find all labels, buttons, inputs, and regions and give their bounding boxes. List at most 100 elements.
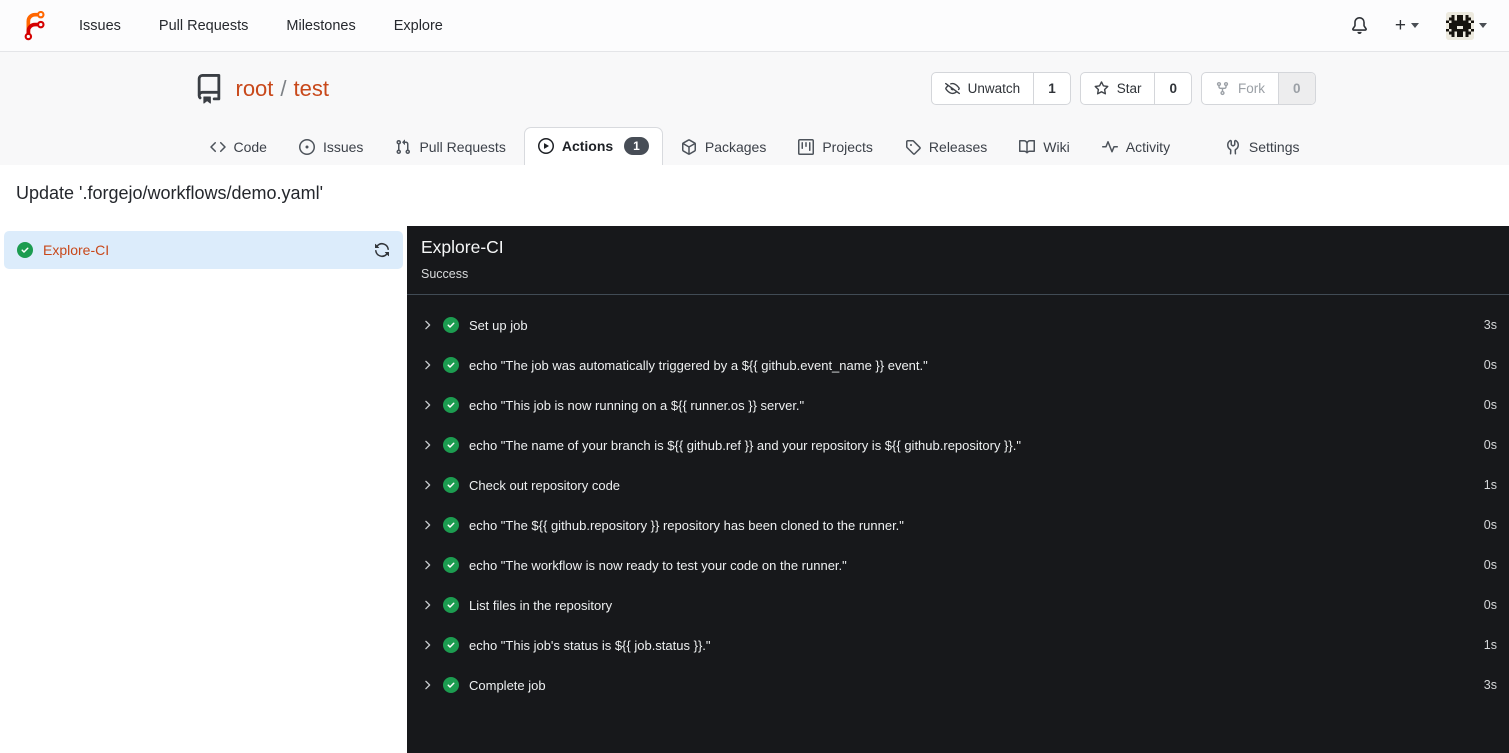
step-duration: 0s [1483, 558, 1497, 572]
check-circle-icon [17, 242, 33, 258]
tab-label: Issues [322, 139, 364, 155]
chevron-right-icon[interactable] [420, 518, 434, 532]
job-item-explore-ci[interactable]: Explore-CI [4, 231, 403, 269]
project-icon [798, 139, 815, 155]
tab-settings[interactable]: Settings [1211, 129, 1314, 165]
repo-path-separator: / [280, 75, 287, 101]
create-new-menu[interactable]: + [1395, 16, 1419, 35]
step-row[interactable]: Complete job 3s [420, 665, 1497, 705]
step-row[interactable]: echo "The workflow is now ready to test … [420, 545, 1497, 585]
nav-milestones[interactable]: Milestones [267, 18, 374, 34]
eye-closed-icon [944, 81, 960, 96]
step-row[interactable]: echo "The ${{ github.repository }} repos… [420, 505, 1497, 545]
tab-label: Code [233, 139, 267, 155]
chevron-right-icon[interactable] [420, 638, 434, 652]
step-name: echo "The workflow is now ready to test … [469, 557, 847, 573]
tab-issues[interactable]: Issues [285, 129, 377, 165]
stars-count[interactable]: 0 [1154, 73, 1191, 104]
chevron-right-icon[interactable] [420, 678, 434, 692]
nav-issues[interactable]: Issues [60, 18, 140, 34]
chevron-down-icon [1411, 23, 1419, 28]
step-row[interactable]: Set up job 3s [420, 305, 1497, 345]
step-name: echo "The name of your branch is ${{ git… [469, 437, 1021, 453]
tab-pull-requests[interactable]: Pull Requests [381, 129, 519, 165]
tab-code[interactable]: Code [196, 129, 281, 165]
tab-label: Actions [561, 138, 614, 154]
git-pull-request-icon [396, 139, 411, 155]
nav-explore[interactable]: Explore [375, 18, 462, 34]
user-menu[interactable] [1446, 11, 1487, 40]
nav-pull-requests[interactable]: Pull Requests [140, 18, 267, 34]
tab-activity[interactable]: Activity [1088, 129, 1184, 165]
run-status: Success [421, 267, 469, 281]
star-icon [1094, 81, 1109, 96]
tag-icon [905, 140, 921, 155]
step-name: echo "This job's status is ${{ job.statu… [469, 637, 711, 653]
repo-owner-link[interactable]: root [236, 76, 274, 102]
notifications-bell-icon[interactable] [1351, 17, 1368, 34]
step-name: Complete job [469, 677, 546, 693]
tab-label: Pull Requests [419, 139, 506, 155]
code-icon [209, 141, 226, 153]
check-circle-icon [443, 437, 459, 453]
tab-packages[interactable]: Packages [667, 129, 780, 165]
repo-icon [194, 73, 224, 104]
check-circle-icon [443, 557, 459, 573]
step-row[interactable]: echo "This job's status is ${{ job.statu… [420, 625, 1497, 665]
chevron-right-icon[interactable] [420, 398, 434, 412]
repo-name-link[interactable]: test [294, 76, 329, 102]
step-duration: 0s [1483, 398, 1497, 412]
plus-icon: + [1394, 15, 1406, 36]
step-row[interactable]: echo "The name of your branch is ${{ git… [420, 425, 1497, 465]
job-name: Explore-CI [43, 242, 110, 258]
chevron-right-icon[interactable] [420, 558, 434, 572]
step-duration: 3s [1483, 678, 1497, 692]
star-button[interactable]: Star 0 [1079, 72, 1192, 105]
unwatch-button[interactable]: Unwatch 1 [930, 72, 1071, 105]
unwatch-label: Unwatch [967, 81, 1021, 96]
chevron-down-icon [1479, 23, 1487, 28]
step-duration: 0s [1483, 518, 1497, 532]
book-icon [1019, 139, 1036, 154]
step-duration: 0s [1483, 598, 1497, 612]
chevron-right-icon[interactable] [420, 598, 434, 612]
check-circle-icon [443, 397, 459, 413]
repo-header: root / test Unwatch 1 Star 0 Fork 0 Code… [0, 52, 1509, 165]
forks-count: 0 [1277, 73, 1315, 104]
check-circle-icon [443, 677, 459, 693]
run-view: Explore-CI Explore-CI Success Set up job… [0, 226, 1509, 753]
tab-wiki[interactable]: Wiki [1005, 129, 1083, 165]
play-icon [537, 138, 554, 154]
step-duration: 0s [1483, 438, 1497, 452]
tools-icon [1226, 139, 1239, 155]
step-row[interactable]: echo "The job was automatically triggere… [420, 345, 1497, 385]
tab-releases[interactable]: Releases [891, 129, 1001, 165]
chevron-right-icon[interactable] [420, 318, 434, 332]
check-circle-icon [443, 637, 459, 653]
check-circle-icon [443, 517, 459, 533]
step-row[interactable]: echo "This job is now running on a ${{ r… [420, 385, 1497, 425]
tab-label: Packages [704, 139, 767, 155]
tab-projects[interactable]: Projects [784, 129, 887, 165]
step-row[interactable]: Check out repository code 1s [420, 465, 1497, 505]
check-circle-icon [443, 597, 459, 613]
fork-button: Fork 0 [1200, 72, 1316, 105]
forgejo-logo-icon[interactable] [20, 10, 50, 41]
watchers-count[interactable]: 1 [1033, 73, 1070, 104]
chevron-right-icon[interactable] [420, 478, 434, 492]
step-name: echo "This job is now running on a ${{ r… [469, 397, 805, 413]
chevron-right-icon[interactable] [420, 358, 434, 372]
tab-actions[interactable]: Actions 1 [523, 127, 663, 165]
check-circle-icon [443, 317, 459, 333]
run-panel: Explore-CI Success Set up job 3s echo "T… [407, 226, 1509, 753]
refresh-icon[interactable] [374, 242, 390, 258]
step-row[interactable]: List files in the repository 0s [420, 585, 1497, 625]
check-circle-icon [443, 477, 459, 493]
repo-tab-bar: Code Issues Pull Requests Actions 1 Pack… [194, 127, 1316, 165]
package-icon [681, 139, 696, 155]
step-name: echo "The ${{ github.repository }} repos… [469, 517, 904, 533]
chevron-right-icon[interactable] [420, 438, 434, 452]
actions-count-badge: 1 [624, 137, 649, 155]
step-duration: 1s [1483, 638, 1497, 652]
step-name: List files in the repository [469, 597, 613, 613]
